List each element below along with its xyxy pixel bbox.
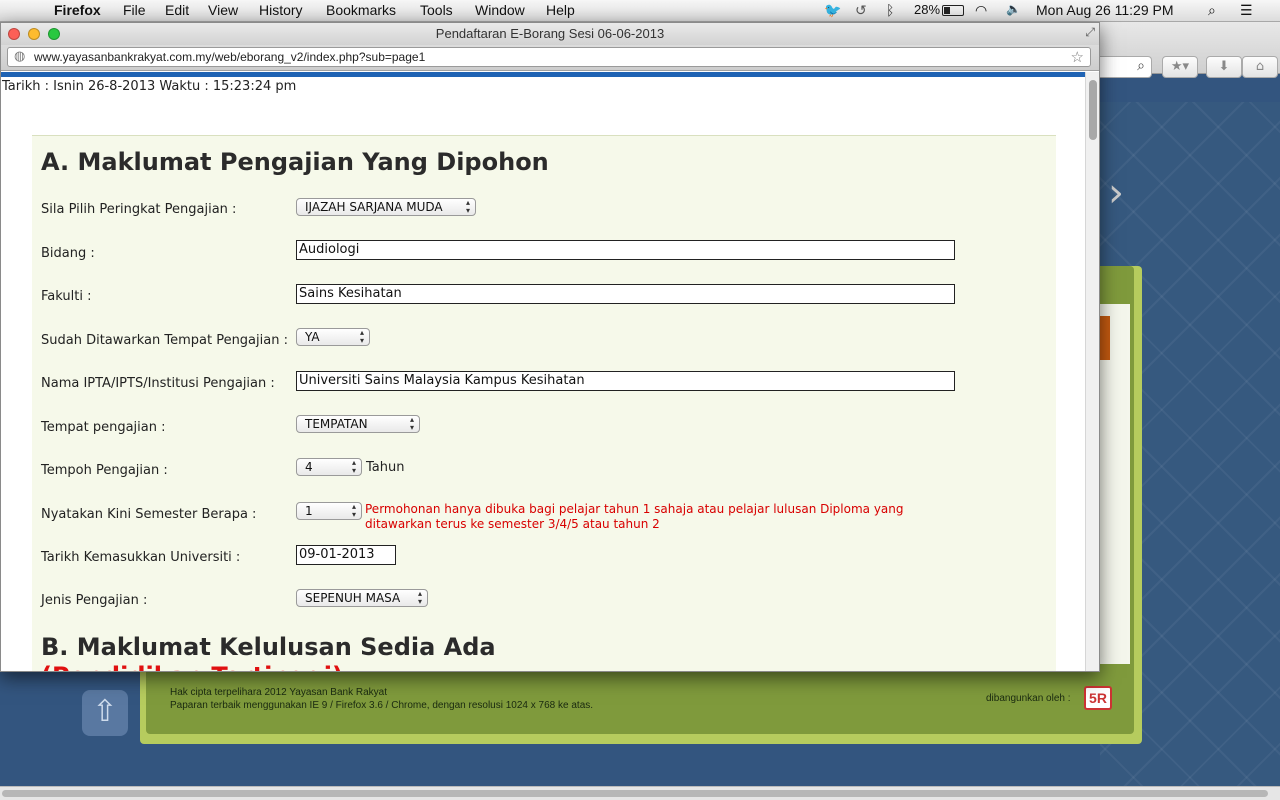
background-orange-tab xyxy=(1100,316,1110,360)
select-semester-value: 1 xyxy=(305,504,313,518)
navigation-bar: ◍ www.yayasanbankrakyat.com.my/web/ebora… xyxy=(1,45,1099,71)
menu-help[interactable]: Help xyxy=(546,2,575,18)
label-institusi: Nama IPTA/IPTS/Institusi Pengajian : xyxy=(41,376,275,391)
horizontal-scrollbar[interactable] xyxy=(0,786,1280,800)
select-arrows-icon: ▴ ▾ xyxy=(351,502,356,519)
footer-built-by: dibangunkan oleh : xyxy=(986,693,1071,704)
background-search-field[interactable]: ⌕ xyxy=(1100,56,1152,78)
select-peringkat[interactable]: IJAZAH SARJANA MUDA ▴ ▾ xyxy=(296,198,476,216)
time-machine-icon[interactable]: ↺ xyxy=(855,2,867,19)
select-peringkat-value: IJAZAH SARJANA MUDA xyxy=(305,200,443,214)
label-tarikh-masuk: Tarikh Kemasukkan Universiti : xyxy=(41,550,241,565)
chevron-right-icon[interactable]: › xyxy=(1108,170,1124,216)
spotlight-search-icon[interactable]: ⌕ xyxy=(1208,2,1216,19)
mac-menubar: Firefox File Edit View History Bookmarks… xyxy=(0,0,1280,22)
select-jenis-value: SEPENUH MASA xyxy=(305,591,401,605)
url-bar[interactable]: ◍ www.yayasanbankrakyat.com.my/web/ebora… xyxy=(7,47,1091,67)
browser-window: Pendaftaran E-Borang Sesi 06-06-2013 ⤢ ◍… xyxy=(0,22,1100,672)
select-semester[interactable]: 1 ▴ ▾ xyxy=(296,502,362,520)
label-jenis: Jenis Pengajian : xyxy=(41,593,148,608)
select-tempat-value: TEMPATAN xyxy=(305,417,368,431)
site-identity-globe-icon[interactable]: ◍ xyxy=(14,49,25,64)
horizontal-scrollbar-thumb[interactable] xyxy=(2,790,1268,797)
select-arrows-icon: ▴ ▾ xyxy=(351,458,356,475)
developer-logo[interactable]: 5R xyxy=(1084,686,1112,710)
menu-tools[interactable]: Tools xyxy=(420,2,453,18)
application-form-panel: A. Maklumat Pengajian Yang Dipohon Sila … xyxy=(32,135,1056,671)
section-b-subtitle: (Pendidikan Tertinggi) xyxy=(41,662,343,671)
menubar-clock[interactable]: Mon Aug 26 11:29 PM xyxy=(1036,2,1174,18)
window-title: Pendaftaran E-Borang Sesi 06-06-2013 xyxy=(435,26,665,41)
select-arrows-icon: ▴ ▾ xyxy=(359,328,364,345)
footer-copyright: Hak cipta terpelihara 2012 Yayasan Bank … xyxy=(170,686,593,712)
label-tempat: Tempat pengajian : xyxy=(41,420,166,435)
menu-window[interactable]: Window xyxy=(475,2,525,18)
menu-file[interactable]: File xyxy=(123,2,146,18)
bluetooth-icon[interactable]: ᛒ xyxy=(886,2,894,18)
select-tempoh-value: 4 xyxy=(305,460,313,474)
menu-app-name[interactable]: Firefox xyxy=(54,2,101,18)
search-icon: ⌕ xyxy=(1137,58,1145,74)
select-arrows-icon: ▴ ▾ xyxy=(417,589,422,606)
section-b-title: B. Maklumat Kelulusan Sedia Ada xyxy=(41,633,496,661)
menu-bookmarks[interactable]: Bookmarks xyxy=(326,2,396,18)
page-viewport: Tarikh : Isnin 26-8-2013 Waktu : 15:23:2… xyxy=(1,77,1085,671)
select-ditawarkan[interactable]: YA ▴ ▾ xyxy=(296,328,370,346)
wifi-icon[interactable]: ◠ xyxy=(975,2,987,19)
bookmark-star-icon[interactable]: ☆ xyxy=(1071,48,1084,66)
footer-line-1: Hak cipta terpelihara 2012 Yayasan Bank … xyxy=(170,687,387,698)
vertical-scrollbar[interactable] xyxy=(1085,72,1099,671)
twitter-icon[interactable]: 🐦 xyxy=(824,2,841,19)
label-tempoh: Tempoh Pengajian : xyxy=(41,463,168,478)
home-button[interactable]: ⌂ xyxy=(1242,56,1278,78)
battery-icon[interactable] xyxy=(942,5,964,16)
label-fakulti: Fakulti : xyxy=(41,289,92,304)
page-footer: Hak cipta terpelihara 2012 Yayasan Bank … xyxy=(146,672,1136,740)
url-text[interactable]: www.yayasanbankrakyat.com.my/web/eborang… xyxy=(34,50,425,64)
notification-list-icon[interactable]: ☰ xyxy=(1240,2,1253,19)
scroll-up-arrow-icon[interactable]: ⇧ xyxy=(82,690,128,736)
menu-history[interactable]: History xyxy=(259,2,303,18)
input-bidang[interactable]: Audiologi xyxy=(296,240,955,260)
volume-icon[interactable]: 🔈 xyxy=(1006,2,1021,16)
select-tempat[interactable]: TEMPATAN ▴ ▾ xyxy=(296,415,420,433)
input-fakulti[interactable]: Sains Kesihatan xyxy=(296,284,955,304)
battery-percent: 28% xyxy=(914,2,941,17)
select-jenis[interactable]: SEPENUH MASA ▴ ▾ xyxy=(296,589,428,607)
tempoh-unit: Tahun xyxy=(366,460,405,475)
label-bidang: Bidang : xyxy=(41,246,95,261)
section-a-title: A. Maklumat Pengajian Yang Dipohon xyxy=(41,148,549,176)
select-ditawarkan-value: YA xyxy=(305,330,320,344)
menu-view[interactable]: View xyxy=(208,2,238,18)
downloads-button[interactable]: ⬇ xyxy=(1206,56,1242,78)
bookmarks-menu-button[interactable]: ★▾ xyxy=(1162,56,1198,78)
input-tarikh-masuk[interactable]: 09-01-2013 xyxy=(296,545,396,565)
label-peringkat: Sila Pilih Peringkat Pengajian : xyxy=(41,202,237,217)
semester-warning-note: Permohonan hanya dibuka bagi pelajar tah… xyxy=(365,502,904,531)
select-arrows-icon: ▴ ▾ xyxy=(409,415,414,432)
footer-line-2: Paparan terbaik menggunakan IE 9 / Firef… xyxy=(170,700,594,711)
menu-edit[interactable]: Edit xyxy=(165,2,189,18)
window-titlebar[interactable]: Pendaftaran E-Borang Sesi 06-06-2013 ⤢ xyxy=(1,23,1099,45)
label-semester: Nyatakan Kini Semester Berapa : xyxy=(41,507,257,522)
input-institusi[interactable]: Universiti Sains Malaysia Kampus Kesihat… xyxy=(296,371,955,391)
label-ditawarkan: Sudah Ditawarkan Tempat Pengajian : xyxy=(41,333,288,348)
vertical-scrollbar-thumb[interactable] xyxy=(1089,80,1097,140)
select-tempoh[interactable]: 4 ▴ ▾ xyxy=(296,458,362,476)
select-arrows-icon: ▴ ▾ xyxy=(465,198,470,215)
current-datetime: Tarikh : Isnin 26-8-2013 Waktu : 15:23:2… xyxy=(2,79,297,94)
fullscreen-icon[interactable]: ⤢ xyxy=(1085,25,1095,40)
